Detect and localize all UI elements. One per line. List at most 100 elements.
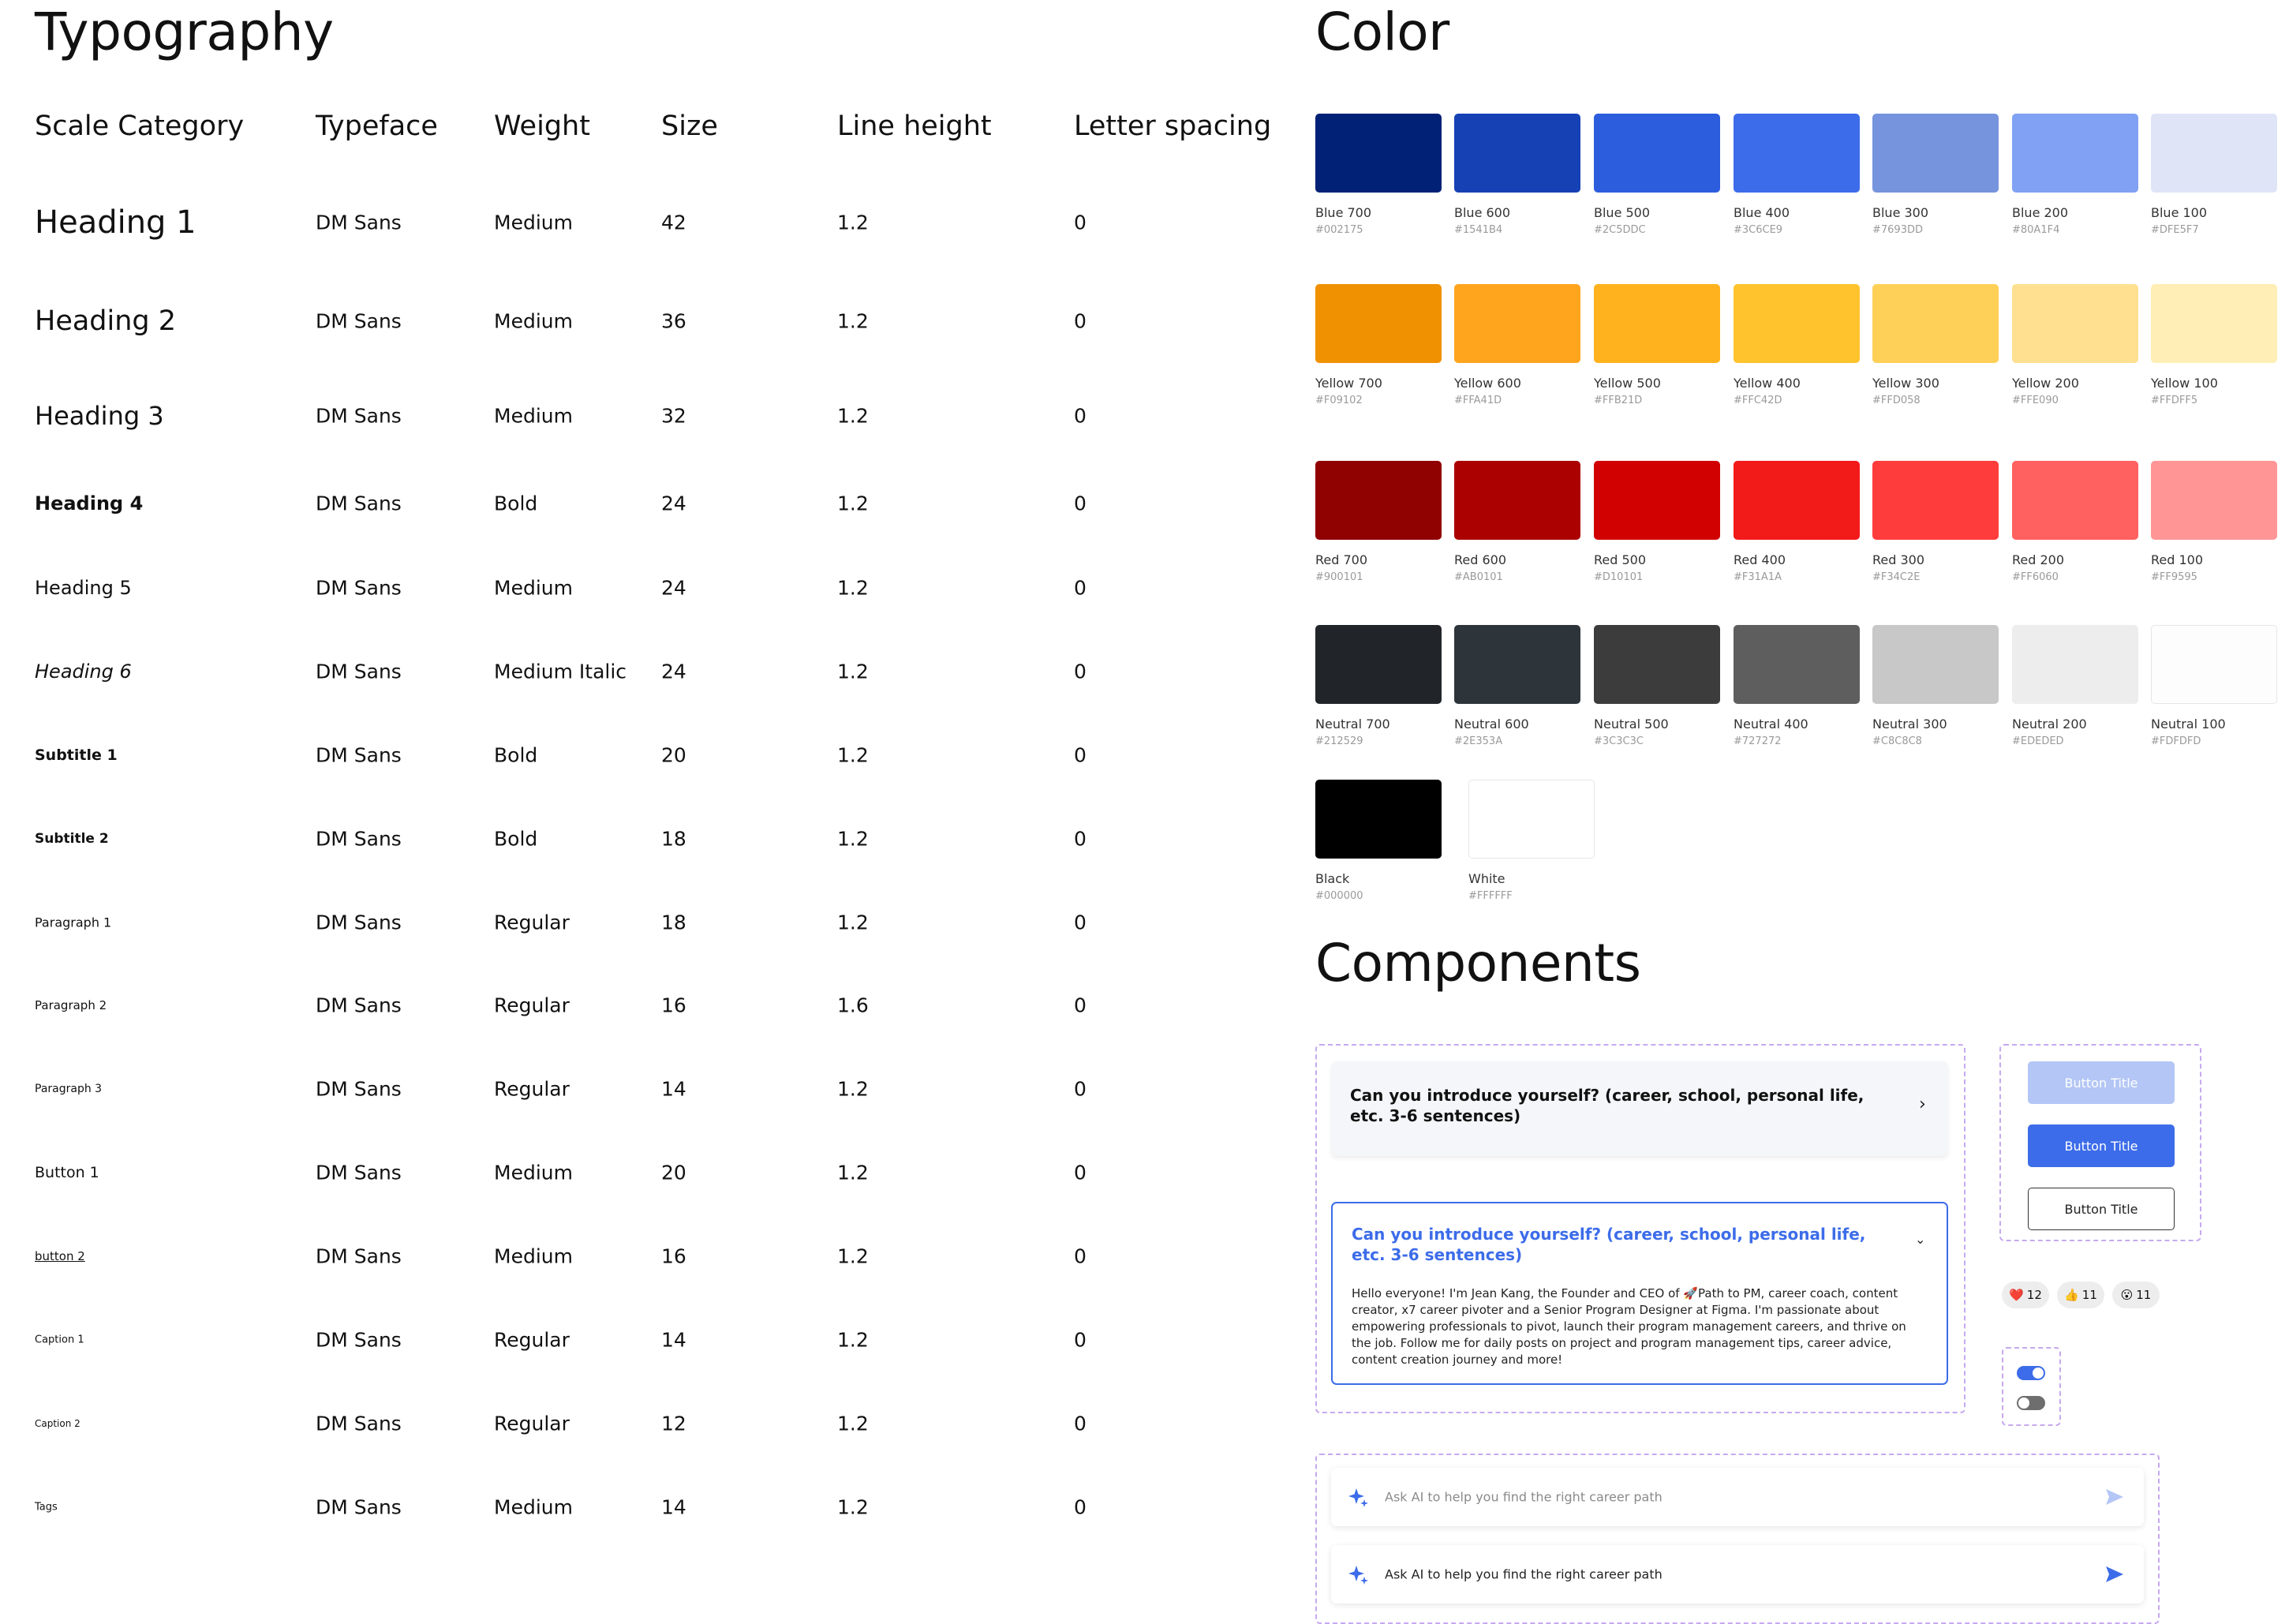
swatch-name: Yellow 700: [1315, 376, 1382, 391]
chevron-down-icon[interactable]: ⌄: [1915, 1232, 1925, 1247]
cell-line-height: 1.2: [837, 576, 869, 600]
cell-weight: Bold: [494, 827, 538, 851]
toggle-off[interactable]: [2017, 1396, 2045, 1410]
cell-typeface: DM Sans: [316, 660, 402, 683]
cell-typeface: DM Sans: [316, 404, 402, 428]
swatch-hex: #1541B4: [1454, 224, 1503, 236]
cell-typeface: DM Sans: [316, 1244, 402, 1268]
button-secondary[interactable]: Button Title: [2028, 1188, 2175, 1230]
swatch-red-200: [2012, 461, 2138, 540]
cell-scale-category: Heading 4: [35, 492, 144, 515]
swatch-hex: #FFB21D: [1594, 395, 1643, 406]
cell-line-height: 1.2: [837, 1495, 869, 1519]
swatch-yellow-500: [1594, 284, 1720, 363]
accordion-answer: Hello everyone! I'm Jean Kang, the Found…: [1352, 1286, 1906, 1367]
cell-line-height: 1.2: [837, 1412, 869, 1435]
cell-scale-category: button 2: [35, 1249, 85, 1263]
cell-letter-spacing: 0: [1074, 911, 1087, 934]
cell-typeface: DM Sans: [316, 576, 402, 600]
ai-input-placeholder: Ask AI to help you find the right career…: [1385, 1566, 1663, 1582]
cell-typeface: DM Sans: [316, 1161, 402, 1184]
swatch-hex: #3C6CE9: [1734, 224, 1783, 236]
swatch-blue-400: [1734, 114, 1860, 193]
swatch-hex: #FF9595: [2151, 571, 2197, 583]
header-weight: Weight: [494, 110, 590, 142]
cell-weight: Regular: [494, 1328, 570, 1352]
cell-scale-category: Caption 1: [35, 1334, 84, 1346]
send-icon[interactable]: [2106, 1566, 2123, 1582]
swatch-name: Blue 400: [1734, 205, 1790, 220]
swatch-hex: #000000: [1315, 890, 1363, 902]
ai-input-inactive[interactable]: Ask AI to help you find the right career…: [1331, 1468, 2144, 1526]
reaction-count: 11: [2136, 1288, 2152, 1302]
header-size: Size: [661, 110, 718, 142]
swatch-neutral-300: [1872, 625, 1999, 704]
swatch-neutral-400: [1734, 625, 1860, 704]
cell-letter-spacing: 0: [1074, 1161, 1087, 1184]
cell-scale-category: Heading 1: [35, 204, 196, 241]
swatch-red-700: [1315, 461, 1442, 540]
cell-typeface: DM Sans: [316, 211, 402, 234]
cell-weight: Regular: [494, 911, 570, 934]
cell-line-height: 1.2: [837, 1077, 869, 1101]
swatch-hex: #EDEDED: [2012, 735, 2064, 747]
ai-input-active[interactable]: Ask AI to help you find the right career…: [1331, 1545, 2144, 1603]
swatch-yellow-700: [1315, 284, 1442, 363]
cell-size: 18: [661, 911, 686, 934]
reaction-heart[interactable]: ❤️ 12: [2002, 1282, 2049, 1308]
send-icon[interactable]: [2106, 1489, 2123, 1505]
reaction-surprised[interactable]: 😮 11: [2112, 1282, 2160, 1308]
cell-weight: Regular: [494, 1077, 570, 1101]
swatch-name: Yellow 300: [1872, 376, 1939, 391]
swatch-hex: #F34C2E: [1872, 571, 1921, 583]
cell-size: 24: [661, 492, 686, 515]
accordion-closed[interactable]: Can you introduce yourself? (career, sch…: [1331, 1061, 1948, 1156]
toggle-on[interactable]: [2017, 1366, 2045, 1380]
cell-letter-spacing: 0: [1074, 576, 1087, 600]
swatch-hex: #7693DD: [1872, 224, 1923, 236]
swatch-red-600: [1454, 461, 1580, 540]
button-primary[interactable]: Button Title: [2028, 1124, 2175, 1167]
swatch-hex: #FFA41D: [1454, 395, 1502, 406]
cell-letter-spacing: 0: [1074, 309, 1087, 333]
cell-line-height: 1.2: [837, 827, 869, 851]
cell-typeface: DM Sans: [316, 1328, 402, 1352]
swatch-name: Black: [1315, 871, 1350, 886]
cell-typeface: DM Sans: [316, 827, 402, 851]
swatch-name: Red 100: [2151, 552, 2204, 567]
button-disabled[interactable]: Button Title: [2028, 1061, 2175, 1104]
cell-line-height: 1.2: [837, 911, 869, 934]
cell-line-height: 1.2: [837, 1161, 869, 1184]
swatch-red-500: [1594, 461, 1720, 540]
swatch-name: Yellow 500: [1594, 376, 1661, 391]
cell-line-height: 1.2: [837, 660, 869, 683]
swatch-hex: #FDFDFD: [2151, 735, 2201, 747]
typography-title: Typography: [35, 2, 334, 62]
cell-scale-category: Paragraph 1: [35, 915, 112, 930]
cell-letter-spacing: 0: [1074, 660, 1087, 683]
cell-size: 32: [661, 404, 686, 428]
reaction-count: 11: [2081, 1288, 2097, 1302]
cell-size: 20: [661, 743, 686, 767]
swatch-neutral-700: [1315, 625, 1442, 704]
accordion-open[interactable]: Can you introduce yourself? (career, sch…: [1331, 1202, 1948, 1385]
swatch-hex: #002175: [1315, 224, 1363, 236]
header-letter-spacing: Letter spacing: [1074, 110, 1272, 142]
swatch-name: Red 200: [2012, 552, 2065, 567]
cell-typeface: DM Sans: [316, 743, 402, 767]
reaction-thumbs-up[interactable]: 👍 11: [2057, 1282, 2104, 1308]
swatch-red-300: [1872, 461, 1999, 540]
cell-scale-category: Subtitle 1: [35, 747, 118, 764]
chevron-right-icon[interactable]: ›: [1919, 1095, 1926, 1114]
cell-letter-spacing: 0: [1074, 492, 1087, 515]
button-group: Button Title Button Title Button Title: [1999, 1044, 2201, 1241]
swatch-name: Yellow 200: [2012, 376, 2079, 391]
swatch-black: [1315, 780, 1442, 859]
sparkle-icon: [1348, 1488, 1368, 1507]
cell-line-height: 1.2: [837, 492, 869, 515]
cell-weight: Medium Italic: [494, 660, 627, 683]
cell-size: 14: [661, 1328, 686, 1352]
swatch-hex: #FFD058: [1872, 395, 1921, 406]
cell-weight: Medium: [494, 576, 573, 600]
cell-weight: Regular: [494, 993, 570, 1017]
